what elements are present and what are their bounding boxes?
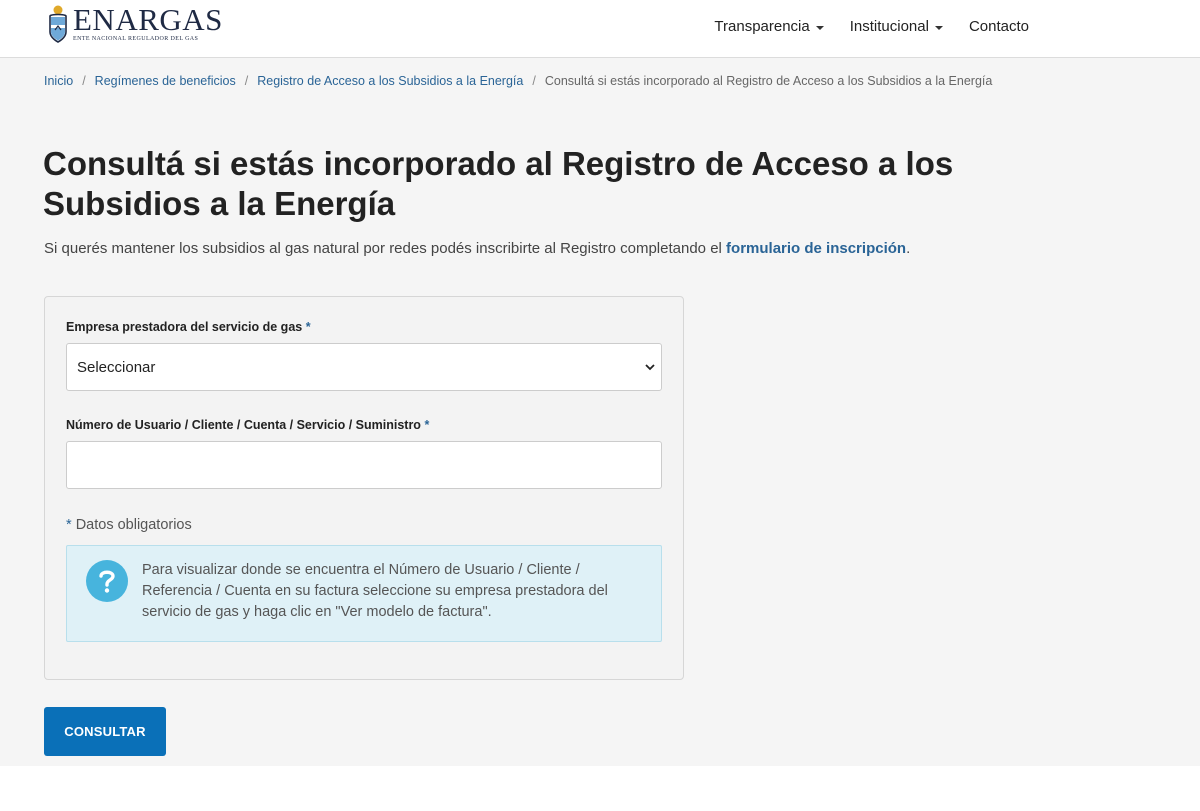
- required-note-text: Datos obligatorios: [75, 517, 192, 533]
- account-label: Número de Usuario / Cliente / Cuenta / S…: [66, 418, 429, 432]
- breadcrumb-current: Consultá si estás incorporado al Registr…: [544, 74, 993, 88]
- caret-down-icon: [934, 25, 943, 30]
- required-note: * Datos obligatorios: [66, 517, 192, 533]
- site-header: ENARGAS ENTE NACIONAL REGULADOR DEL GAS …: [0, 0, 1200, 58]
- registration-form-link[interactable]: formulario de inscripción: [726, 240, 906, 257]
- nav-item-label: Contacto: [968, 18, 1029, 35]
- required-marker: *: [66, 517, 72, 533]
- caret-down-icon: [815, 25, 824, 30]
- logo-text: ENARGAS ENTE NACIONAL REGULADOR DEL GAS: [73, 2, 223, 43]
- account-label-text: Número de Usuario / Cliente / Cuenta / S…: [66, 418, 421, 432]
- logo-wordmark: ENARGAS: [73, 2, 223, 37]
- company-label: Empresa prestadora del servicio de gas *: [66, 320, 311, 334]
- nav-institucional[interactable]: Institucional: [850, 18, 943, 35]
- breadcrumb-inicio[interactable]: Inicio: [44, 74, 73, 88]
- page-title: Consultá si estás incorporado al Registr…: [43, 145, 954, 222]
- lead-end: .: [906, 240, 911, 257]
- required-marker: *: [305, 320, 311, 334]
- enargas-logo[interactable]: ENARGAS ENTE NACIONAL REGULADOR DEL GAS: [44, 3, 223, 47]
- lead-paragraph: Si querés mantener los subsidios al gas …: [44, 240, 910, 257]
- company-select[interactable]: Seleccionar: [66, 343, 662, 391]
- nav-item-label: Institucional: [849, 18, 929, 35]
- question-icon: [86, 560, 128, 602]
- company-select-value: Seleccionar: [77, 358, 156, 376]
- breadcrumb-separator: /: [82, 74, 86, 88]
- main-content: Inicio / Regímenes de beneficios / Regis…: [0, 58, 1200, 766]
- required-marker: *: [424, 418, 430, 432]
- breadcrumb: Inicio / Regímenes de beneficios / Regis…: [44, 74, 992, 88]
- consultar-button[interactable]: CONSULTAR: [44, 707, 166, 756]
- main-nav: Transparencia Institucional Contacto: [714, 18, 1029, 35]
- question-mark-glyph: [99, 570, 115, 593]
- chevron-down-icon: [645, 364, 655, 371]
- consult-form: Empresa prestadora del servicio de gas *…: [44, 296, 684, 680]
- info-alert: Para visualizar donde se encuentra el Nú…: [66, 545, 662, 642]
- account-number-input[interactable]: [66, 441, 662, 489]
- breadcrumb-regimenes[interactable]: Regímenes de beneficios: [95, 74, 236, 88]
- company-label-text: Empresa prestadora del servicio de gas: [66, 320, 303, 334]
- national-emblem-icon: [49, 5, 67, 43]
- breadcrumb-separator: /: [244, 74, 249, 88]
- nav-transparencia[interactable]: Transparencia: [714, 18, 824, 35]
- nav-item-label: Transparencia: [714, 18, 810, 35]
- breadcrumb-registro[interactable]: Registro de Acceso a los Subsidios a la …: [257, 74, 523, 88]
- nav-contacto[interactable]: Contacto: [969, 18, 1029, 35]
- breadcrumb-separator: /: [532, 74, 536, 88]
- info-text: Para visualizar donde se encuentra el Nú…: [142, 562, 608, 620]
- lead-text: Si querés mantener los subsidios al gas …: [44, 240, 727, 257]
